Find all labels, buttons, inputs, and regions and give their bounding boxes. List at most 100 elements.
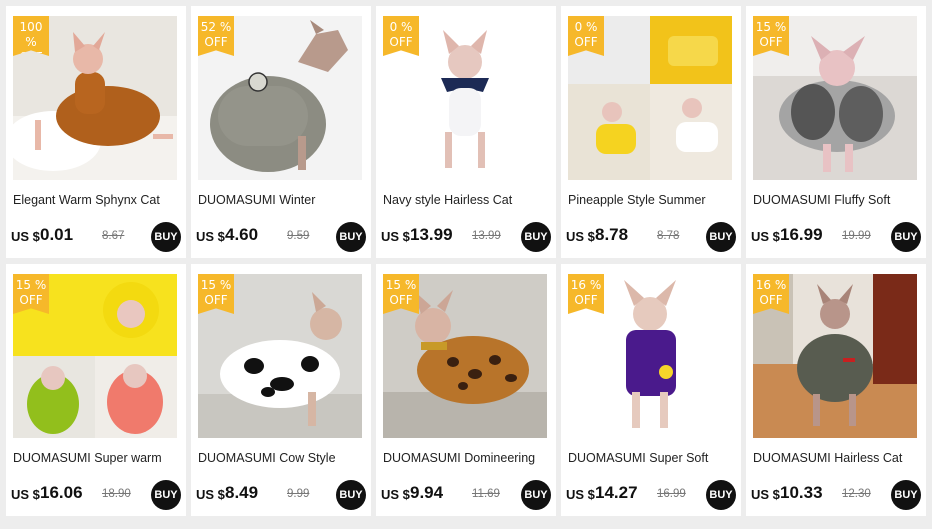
discount-percent: 15 %	[200, 278, 232, 292]
product-title[interactable]: Navy style Hairless Cat	[383, 193, 549, 207]
price-row: US $ 10.33 12.30 BUY	[751, 480, 923, 510]
cat-navy-style-image[interactable]: 0 % OFF	[383, 16, 547, 180]
buy-button[interactable]: BUY	[706, 222, 736, 252]
discount-percent: 52 %	[200, 20, 232, 34]
original-price: 13.99	[472, 230, 501, 242]
original-price: 8.67	[102, 230, 125, 242]
currency-label: US $	[751, 487, 780, 502]
title-overflow-text	[251, 466, 311, 469]
product-card[interactable]: 15 % OFF DUOMASUMI Super warm US $ 16.06…	[6, 264, 186, 516]
price: 13.99	[410, 225, 453, 244]
product-card[interactable]: 16 % OFF DUOMASUMI Super Soft US $ 14.27…	[561, 264, 741, 516]
price-row: US $ 14.27 16.99 BUY	[566, 480, 738, 510]
discount-off-label: OFF	[759, 293, 783, 307]
product-title[interactable]: Pineapple Style Summer	[568, 193, 734, 207]
price: 16.99	[780, 225, 823, 244]
product-card[interactable]: 52 % OFF DUOMASUMI Winter US $ 4.60 9.59…	[191, 6, 371, 258]
product-card[interactable]: 16 % OFF DUOMASUMI Hairless Cat US $ 10.…	[746, 264, 926, 516]
cat-chick-costume-image[interactable]: 15 % OFF	[13, 274, 177, 438]
discount-off-label: OFF	[204, 293, 228, 307]
product-card[interactable]: 0 % OFF Navy style Hairless Cat US $ 13.…	[376, 6, 556, 258]
cat-grey-hoodie-image[interactable]: 16 % OFF	[753, 274, 917, 438]
original-price: 9.99	[287, 488, 310, 500]
product-title[interactable]: DUOMASUMI Hairless Cat	[753, 451, 919, 465]
product-title[interactable]: DUOMASUMI Winter	[198, 193, 364, 207]
discount-percent: 0 %	[389, 20, 413, 34]
currency-label: US $	[196, 487, 225, 502]
discount-off-label: OFF	[759, 35, 783, 49]
price-row: US $ 0.01 8.67 BUY	[11, 222, 183, 252]
buy-button[interactable]: BUY	[521, 222, 551, 252]
product-card[interactable]: 15 % OFF DUOMASUMI Domineering US $ 9.94…	[376, 264, 556, 516]
cat-fluffy-sweater-image[interactable]: 15 % OFF	[753, 16, 917, 180]
buy-button[interactable]: BUY	[706, 480, 736, 510]
product-title[interactable]: DUOMASUMI Super Soft	[568, 451, 734, 465]
discount-off-label: OFF	[389, 35, 413, 49]
original-price: 16.99	[657, 488, 686, 500]
discount-badge: 16 % OFF	[753, 274, 789, 314]
discount-badge: 16 % OFF	[568, 274, 604, 314]
product-card[interactable]: 15 % OFF DUOMASUMI Fluffy Soft US $ 16.9…	[746, 6, 926, 258]
currency-label: US $	[566, 229, 595, 244]
cat-cow-print-image[interactable]: 15 % OFF	[198, 274, 362, 438]
discount-percent: 0 %	[574, 20, 598, 34]
title-overflow-text	[66, 208, 126, 211]
discount-off-label: OFF	[574, 293, 598, 307]
cat-pineapple-style-image[interactable]: 0 % OFF	[568, 16, 732, 180]
buy-button[interactable]: BUY	[521, 480, 551, 510]
product-title[interactable]: DUOMASUMI Fluffy Soft	[753, 193, 919, 207]
currency-label: US $	[196, 229, 225, 244]
cat-leopard-print-image[interactable]: 15 % OFF	[383, 274, 547, 438]
original-price: 8.78	[657, 230, 680, 242]
product-title[interactable]: DUOMASUMI Domineering	[383, 451, 549, 465]
discount-badge: 15 % OFF	[198, 274, 234, 314]
original-price: 19.99	[842, 230, 871, 242]
title-overflow-text	[621, 466, 681, 469]
product-card[interactable]: 0 % OFF Pineapple Style Summer US $ 8.78…	[561, 6, 741, 258]
price-row: US $ 9.94 11.69 BUY	[381, 480, 553, 510]
title-overflow-text	[66, 466, 126, 469]
discount-badge: 15 % OFF	[753, 16, 789, 56]
cat-purple-sweater-image[interactable]: 16 % OFF	[568, 274, 732, 438]
buy-button[interactable]: BUY	[151, 222, 181, 252]
title-overflow-text	[436, 208, 496, 211]
currency-label: US $	[751, 229, 780, 244]
price: 14.27	[595, 483, 638, 502]
discount-percent: 15 %	[755, 20, 787, 34]
currency-label: US $	[11, 229, 40, 244]
discount-off-label: OFF	[204, 35, 228, 49]
original-price: 9.59	[287, 230, 310, 242]
currency-label: US $	[11, 487, 40, 502]
buy-button[interactable]: BUY	[151, 480, 181, 510]
cat-brown-sweater-image[interactable]: 100 % OFF	[13, 16, 177, 180]
discount-badge: 0 % OFF	[383, 16, 419, 56]
price-row: US $ 8.49 9.99 BUY	[196, 480, 368, 510]
discount-percent: 16 %	[755, 278, 787, 292]
price: 16.06	[40, 483, 83, 502]
discount-badge: 0 % OFF	[568, 16, 604, 56]
product-title[interactable]: DUOMASUMI Super warm	[13, 451, 179, 465]
price-row: US $ 16.99 19.99 BUY	[751, 222, 923, 252]
buy-button[interactable]: BUY	[336, 480, 366, 510]
title-overflow-text	[806, 466, 866, 469]
product-title[interactable]: Elegant Warm Sphynx Cat	[13, 193, 179, 207]
buy-button[interactable]: BUY	[891, 222, 921, 252]
price: 8.49	[225, 483, 259, 502]
price-row: US $ 4.60 9.59 BUY	[196, 222, 368, 252]
buy-button[interactable]: BUY	[891, 480, 921, 510]
discount-percent: 100 %	[19, 20, 43, 49]
price-row: US $ 13.99 13.99 BUY	[381, 222, 553, 252]
discount-badge: 52 % OFF	[198, 16, 234, 56]
currency-label: US $	[381, 487, 410, 502]
product-grid: 100 % OFF Elegant Warm Sphynx Cat US $ 0…	[0, 0, 932, 529]
cat-grey-fleece-image[interactable]: 52 % OFF	[198, 16, 362, 180]
original-price: 18.90	[102, 488, 131, 500]
discount-badge: 15 % OFF	[13, 274, 49, 314]
product-card[interactable]: 15 % OFF DUOMASUMI Cow Style US $ 8.49 9…	[191, 264, 371, 516]
product-card[interactable]: 100 % OFF Elegant Warm Sphynx Cat US $ 0…	[6, 6, 186, 258]
price: 8.78	[595, 225, 629, 244]
product-title[interactable]: DUOMASUMI Cow Style	[198, 451, 364, 465]
buy-button[interactable]: BUY	[336, 222, 366, 252]
price: 10.33	[780, 483, 823, 502]
discount-off-label: OFF	[19, 293, 43, 307]
